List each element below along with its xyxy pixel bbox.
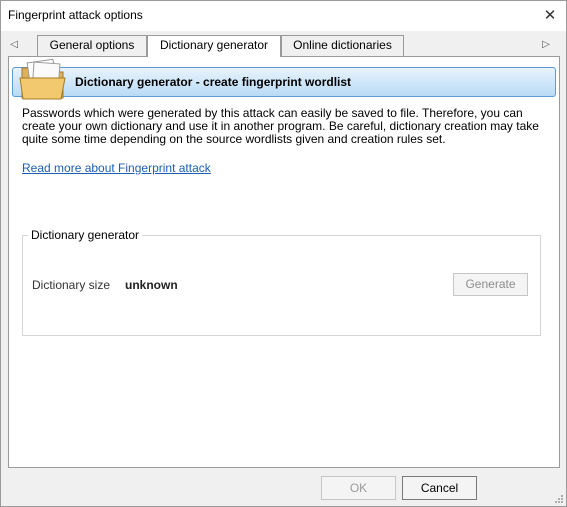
banner-title: Dictionary generator - create fingerprin…	[75, 75, 352, 89]
cancel-button[interactable]: Cancel	[402, 476, 477, 500]
tab-online-dictionaries[interactable]: Online dictionaries	[281, 35, 404, 56]
dictionary-size-label: Dictionary size	[32, 278, 111, 292]
tab-scroll-right-icon[interactable]: ▷	[540, 38, 552, 52]
generate-button[interactable]: Generate	[453, 273, 528, 296]
title-bar: Fingerprint attack options ✕	[1, 1, 566, 31]
tab-panel: Dictionary generator - create fingerprin…	[8, 56, 560, 468]
tab-label: General options	[49, 38, 135, 52]
dictionary-generator-group: Dictionary generator Dictionary size unk…	[22, 228, 541, 336]
tab-dictionary-generator[interactable]: Dictionary generator	[147, 35, 281, 57]
tab-label: Dictionary generator	[159, 38, 269, 52]
dialog-window: Fingerprint attack options ✕ ◁ General o…	[0, 0, 567, 507]
group-label: Dictionary generator	[28, 228, 143, 242]
dictionary-size-value: unknown	[125, 278, 178, 292]
resize-grip-icon[interactable]	[554, 494, 564, 504]
tab-label: Online dictionaries	[293, 38, 392, 52]
ok-button[interactable]: OK	[321, 476, 396, 500]
description-text: Passwords which were generated by this a…	[22, 106, 539, 146]
close-button[interactable]: ✕	[540, 6, 560, 26]
tab-general-options[interactable]: General options	[37, 35, 147, 56]
learn-more-link[interactable]: Read more about Fingerprint attack	[22, 161, 211, 175]
tab-scroll-left-icon[interactable]: ◁	[8, 38, 20, 52]
window-title: Fingerprint attack options	[8, 8, 143, 22]
section-banner: Dictionary generator - create fingerprin…	[12, 58, 556, 100]
folder-icon	[19, 58, 66, 100]
